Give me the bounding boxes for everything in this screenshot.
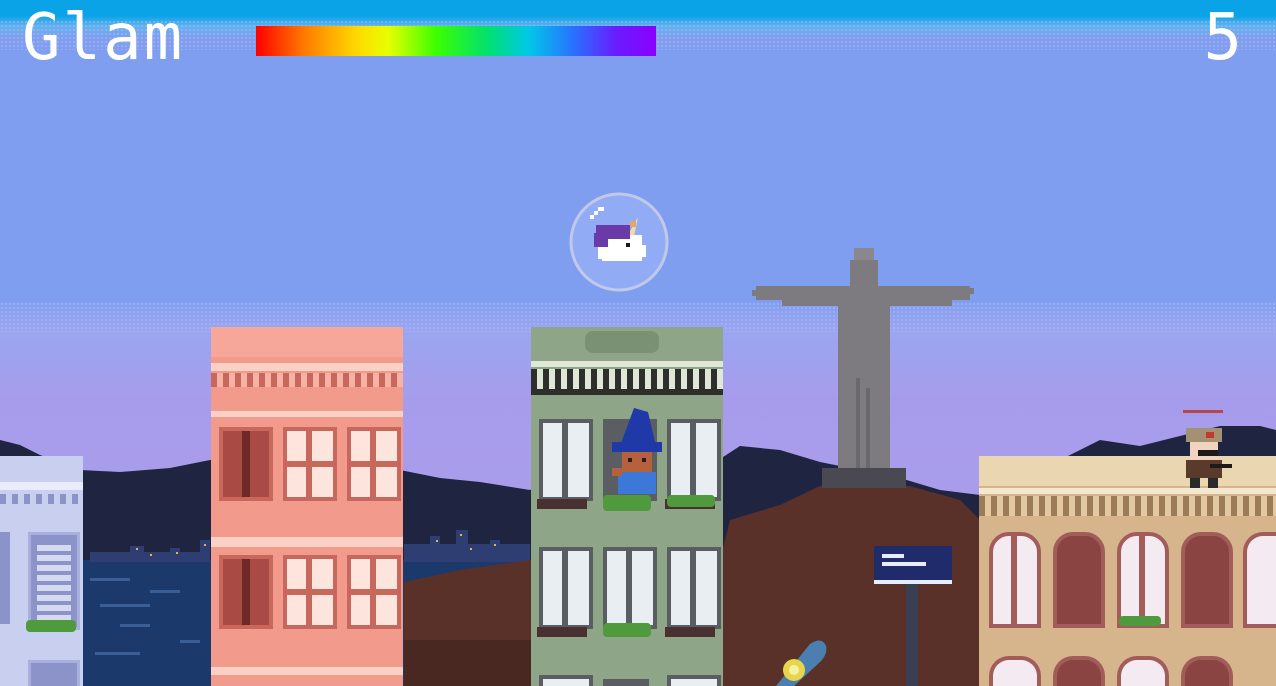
unicorn-bubble-icon[interactable] xyxy=(568,191,670,293)
window-plant xyxy=(603,495,651,511)
tan-building xyxy=(979,456,1276,686)
building-cornice xyxy=(979,488,1276,494)
building-band xyxy=(531,389,723,395)
building-window xyxy=(28,532,80,630)
building-window xyxy=(1053,532,1105,628)
street-sign-icon xyxy=(874,546,952,584)
building-window xyxy=(667,547,721,629)
building-window xyxy=(667,419,721,501)
glam-label: Glam xyxy=(22,1,185,75)
building-frieze xyxy=(211,373,403,387)
building-door xyxy=(219,555,273,629)
building-ledge xyxy=(211,667,403,675)
building-window xyxy=(283,427,337,501)
building-window xyxy=(1181,532,1233,628)
building-window xyxy=(28,660,80,686)
building-ledge xyxy=(211,411,403,417)
building-window xyxy=(1053,656,1105,686)
building-window xyxy=(667,675,721,686)
building-window xyxy=(347,555,401,629)
building-window xyxy=(1243,532,1276,628)
game-scene[interactable]: Glam 5 xyxy=(0,0,1276,686)
pink-building xyxy=(211,327,403,686)
building-top xyxy=(211,327,403,357)
lavender-building xyxy=(0,456,83,686)
window-plant xyxy=(26,620,76,632)
building-frieze xyxy=(979,496,1276,516)
window-plant xyxy=(603,623,651,637)
building-window xyxy=(539,675,593,686)
window-sill xyxy=(665,627,715,637)
building-window xyxy=(0,532,10,624)
building-window xyxy=(989,656,1041,686)
skateboard-icon[interactable] xyxy=(766,636,832,686)
sign-post xyxy=(906,578,918,686)
building-frieze xyxy=(0,494,83,504)
window-sill xyxy=(537,627,587,637)
building-window xyxy=(1117,532,1169,628)
building-ornament xyxy=(585,331,659,353)
glam-meter-bar xyxy=(256,26,656,56)
building-window xyxy=(347,427,401,501)
building-window xyxy=(1181,656,1233,686)
building-frieze xyxy=(531,369,723,389)
green-building xyxy=(531,327,723,686)
building-window xyxy=(603,679,649,686)
enemy-health-bar xyxy=(1183,410,1223,413)
girl-with-blue-hat-icon[interactable] xyxy=(608,406,666,496)
building-window xyxy=(539,419,593,501)
building-cornice xyxy=(211,363,403,371)
building-ledge xyxy=(211,537,403,547)
window-plant xyxy=(1119,616,1161,626)
building-cornice xyxy=(0,482,83,490)
window-sill xyxy=(537,499,587,509)
building-window xyxy=(1117,656,1169,686)
ground-shadow xyxy=(404,640,534,686)
building-window xyxy=(603,547,657,629)
building-door xyxy=(219,427,273,501)
building-window xyxy=(283,555,337,629)
building-window xyxy=(989,532,1041,628)
building-window xyxy=(539,547,593,629)
soldier-with-cap-icon[interactable] xyxy=(1180,424,1234,488)
christ-the-redeemer-icon xyxy=(752,248,974,488)
score-counter: 5 xyxy=(1203,1,1242,75)
building-cornice xyxy=(531,361,723,367)
window-plant xyxy=(667,495,715,507)
